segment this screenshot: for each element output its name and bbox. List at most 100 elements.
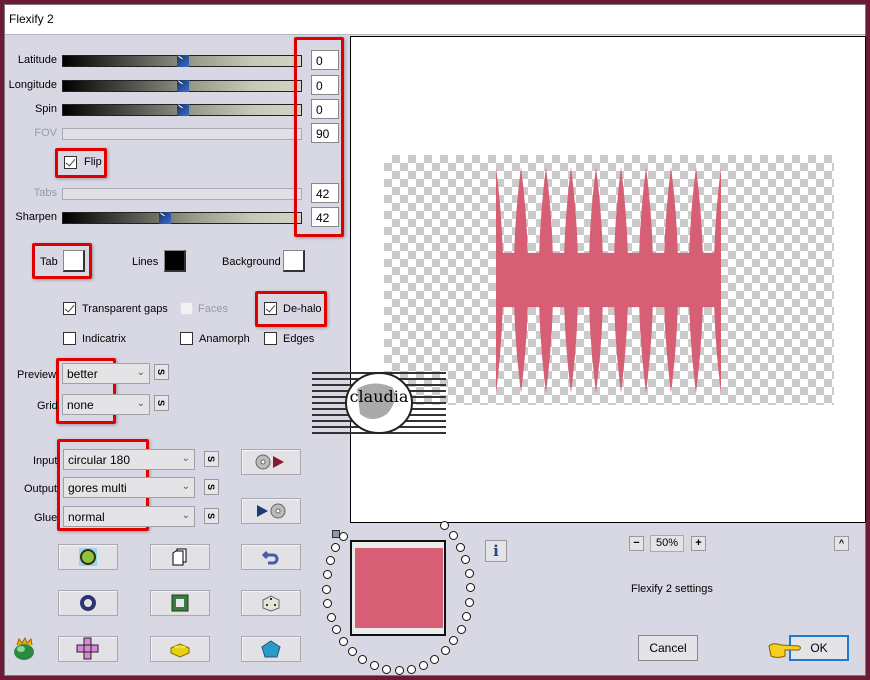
navigator-dot[interactable] [348, 647, 358, 657]
gore-segment [638, 167, 654, 393]
navigator-dot[interactable] [406, 664, 416, 674]
navigator-dot[interactable] [419, 660, 429, 670]
navigator-dot[interactable] [456, 542, 466, 552]
highlight-values [294, 37, 344, 237]
navigator-dot[interactable] [381, 664, 391, 674]
navigator-dot[interactable] [338, 531, 348, 541]
navigator-dot[interactable] [456, 624, 466, 634]
frame-button[interactable] [150, 590, 210, 616]
navigator-dot[interactable] [331, 543, 341, 553]
info-button[interactable]: i [485, 540, 507, 562]
anamorph-label: Anamorph [199, 333, 250, 345]
dehalo-checkbox[interactable] [264, 302, 277, 315]
brick-button[interactable] [150, 636, 210, 662]
grid-select[interactable]: none ⌄ [62, 394, 150, 415]
pointing-hand-icon [767, 640, 803, 660]
save-preset-button[interactable] [241, 498, 301, 524]
lines-color-swatch[interactable] [164, 250, 186, 272]
layout-button[interactable] [58, 636, 118, 662]
latitude-slider[interactable] [62, 55, 302, 67]
navigator-dot[interactable] [461, 555, 471, 565]
preview-save-button[interactable]: S [154, 364, 169, 380]
navigator-dot[interactable] [440, 646, 450, 656]
navigator-dot[interactable] [331, 625, 341, 635]
input-label: Input [33, 455, 58, 467]
navigator-dot[interactable] [461, 611, 471, 621]
window-title: Flexify 2 [9, 12, 54, 26]
random-button[interactable] [241, 590, 301, 616]
undo-arrow-icon [262, 550, 279, 565]
chevron-down-icon: ⌄ [181, 510, 190, 521]
watermark-text: claudia [349, 387, 409, 406]
fov-slider [62, 128, 302, 140]
navigator-dot[interactable] [439, 520, 449, 530]
tabs-slider [62, 188, 302, 200]
navigator-dot[interactable] [322, 584, 331, 594]
tab-color-label: Tab [40, 256, 58, 268]
dice-icon [262, 595, 280, 612]
copy-button[interactable] [150, 544, 210, 570]
ring-button[interactable] [58, 590, 118, 616]
tabs-label: Tabs [33, 187, 57, 199]
gores-center-band [496, 252, 721, 308]
sharpen-slider[interactable] [62, 212, 302, 224]
longitude-slider[interactable] [62, 80, 302, 92]
background-color-swatch[interactable] [283, 250, 305, 272]
output-save-button[interactable]: S [204, 479, 219, 495]
copy-pages-icon [172, 548, 187, 566]
latitude-label: Latitude [17, 54, 57, 66]
navigator-dot[interactable] [464, 569, 474, 579]
load-preset-button[interactable] [241, 449, 301, 475]
navigator-dot[interactable] [326, 612, 336, 622]
navigator-dot[interactable] [430, 654, 440, 664]
navigator-dot[interactable] [464, 597, 474, 607]
longitude-slider-thumb[interactable] [177, 80, 189, 92]
chevron-down-icon: ⌄ [136, 367, 145, 378]
zoom-in-button[interactable]: + [691, 536, 706, 551]
preview-quality-select[interactable]: better ⌄ [62, 363, 150, 384]
navigator-dot[interactable] [448, 530, 458, 540]
polyhedron-button[interactable] [241, 636, 301, 662]
sharpen-slider-thumb[interactable] [158, 212, 171, 224]
glue-select[interactable]: normal ⌄ [63, 506, 195, 527]
latitude-slider-thumb[interactable] [177, 55, 189, 67]
glue-save-button[interactable]: S [204, 508, 219, 524]
anamorph-checkbox[interactable] [180, 332, 193, 345]
cancel-button[interactable]: Cancel [638, 635, 698, 661]
input-save-button[interactable]: S [204, 451, 219, 467]
navigator-dot[interactable] [369, 661, 379, 671]
navigator-dot[interactable] [465, 583, 475, 593]
edges-label: Edges [283, 333, 315, 345]
undo-button[interactable] [241, 544, 301, 570]
navigator-dot[interactable] [326, 556, 336, 566]
gores-preview-image [496, 167, 721, 393]
navigator-dot[interactable] [358, 655, 368, 665]
spin-slider[interactable] [62, 104, 302, 116]
flip-checkbox[interactable] [64, 156, 77, 169]
spin-slider-thumb[interactable] [177, 104, 189, 116]
edges-checkbox[interactable] [264, 332, 277, 345]
navigator-dot[interactable] [449, 636, 459, 646]
grid-save-button[interactable]: S [154, 395, 169, 411]
input-select[interactable]: circular 180 ⌄ [63, 449, 195, 470]
preview-canvas[interactable] [350, 36, 866, 523]
fov-label: FOV [34, 127, 57, 139]
square-frame-icon [171, 594, 189, 612]
indicatrix-label: Indicatrix [82, 333, 127, 345]
tab-color-swatch[interactable] [63, 250, 85, 272]
output-value: gores multi [68, 481, 127, 495]
collapse-button[interactable]: ^ [834, 536, 849, 551]
output-select[interactable]: gores multi ⌄ [63, 477, 195, 498]
zoom-out-button[interactable]: − [629, 536, 644, 551]
thumbnail-frame[interactable] [350, 540, 446, 636]
transparent-gaps-checkbox[interactable] [63, 302, 76, 315]
chevron-down-icon: ⌄ [136, 398, 145, 409]
navigator-dot[interactable] [323, 570, 332, 580]
navigator-dot[interactable] [394, 665, 404, 675]
navigator-dot[interactable] [339, 637, 349, 647]
indicatrix-checkbox[interactable] [63, 332, 76, 345]
about-button[interactable] [58, 544, 118, 570]
compass-icon [79, 548, 97, 566]
navigator-dot[interactable] [323, 598, 333, 608]
grid-label: Grid [37, 400, 58, 412]
